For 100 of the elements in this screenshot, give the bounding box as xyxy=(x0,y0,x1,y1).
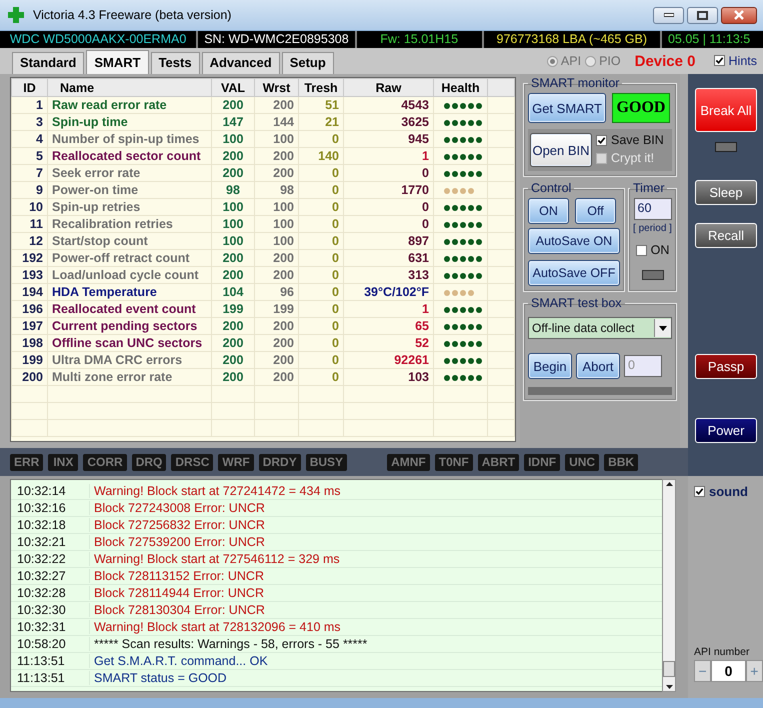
health-dot xyxy=(444,102,450,109)
table-cell: 0 xyxy=(332,200,339,214)
table-cell: 1770 xyxy=(401,183,429,197)
log-time: 11:13:51 xyxy=(11,654,90,668)
api-number-field[interactable]: 0 xyxy=(711,660,746,682)
api-number-label: API number xyxy=(694,646,750,658)
health-dot xyxy=(468,358,474,364)
table-cell: Spin-up retries xyxy=(52,200,140,214)
log-time: 11:13:51 xyxy=(11,671,90,685)
table-cell: 200 xyxy=(273,370,294,384)
health-dot xyxy=(460,222,466,228)
table-cell: 0 xyxy=(332,251,339,265)
tab[interactable]: Standard xyxy=(12,52,84,74)
group-title: Control xyxy=(530,181,572,195)
health-dot xyxy=(460,238,466,245)
log-message: Block 727243008 Error: UNCR xyxy=(93,501,265,515)
off-button[interactable]: Off xyxy=(575,198,616,224)
health-dot xyxy=(460,358,466,364)
log-message: ***** Scan results: Warnings - 58, errors - 55 ***** xyxy=(93,637,368,651)
on-button[interactable]: ON xyxy=(528,198,569,224)
close-icon xyxy=(734,10,744,20)
health-dot xyxy=(476,374,482,381)
tab[interactable]: Advanced xyxy=(202,52,280,74)
get-smart-button[interactable]: Get SMART xyxy=(528,93,606,123)
table-cell: 3 xyxy=(36,115,43,129)
health-dot xyxy=(452,256,458,262)
maximize-button[interactable] xyxy=(687,6,718,24)
action-button[interactable]: Recall xyxy=(695,223,757,248)
table-cell: 10 xyxy=(29,200,43,214)
begin-button[interactable]: Begin xyxy=(528,353,572,379)
table-cell: 1 xyxy=(422,149,429,163)
health-dot xyxy=(476,324,482,330)
checkbox[interactable] xyxy=(714,55,725,66)
autosave-off-button[interactable]: AutoSave OFF xyxy=(528,260,620,286)
scrollbar[interactable] xyxy=(662,479,676,692)
health-dot xyxy=(468,374,474,381)
table-cell: 11 xyxy=(30,217,43,231)
table-cell: 65 xyxy=(415,319,429,333)
table-cell: 200 xyxy=(273,149,294,163)
checkbox[interactable] xyxy=(694,486,705,497)
column-header: Health xyxy=(441,80,480,94)
table-cell: 0 xyxy=(422,200,429,214)
log-message: Get S.M.A.R.T. command... OK xyxy=(93,654,268,668)
health-dot xyxy=(476,120,482,126)
minimize-button[interactable] xyxy=(653,6,684,24)
table-cell: 0 xyxy=(332,319,339,333)
table-cell: 100 xyxy=(222,200,244,214)
table-cell: Ultra DMA CRC errors xyxy=(52,353,182,367)
log-time: 10:32:14 xyxy=(11,484,90,498)
checkbox[interactable] xyxy=(596,134,607,146)
health-dot xyxy=(460,170,466,177)
health-dot xyxy=(460,204,466,211)
status-indicator: DRQ xyxy=(132,454,166,470)
action-button[interactable]: Break All xyxy=(695,88,757,132)
tab[interactable]: Setup xyxy=(282,52,334,74)
health-dot xyxy=(444,120,450,126)
health-dot xyxy=(468,306,474,313)
scroll-thumb[interactable] xyxy=(663,661,675,677)
status-indicator: WRF xyxy=(218,454,254,470)
checkbox-label: Hints xyxy=(728,54,757,68)
action-button[interactable]: Passp xyxy=(695,354,757,379)
column-header: VAL xyxy=(220,80,246,94)
action-button[interactable]: Sleep xyxy=(695,180,757,205)
health-dot xyxy=(444,374,450,381)
health-dot xyxy=(444,256,450,262)
table-cell: 0 xyxy=(332,132,339,146)
tab[interactable]: SMART xyxy=(86,50,149,74)
column-header: Wrst xyxy=(262,80,290,94)
status-indicator: DRDY xyxy=(258,454,301,470)
health-dot xyxy=(444,358,450,364)
autosave-on-button[interactable]: AutoSave ON xyxy=(528,228,620,254)
action-button[interactable]: Power xyxy=(695,418,757,443)
log-time: 10:32:27 xyxy=(11,569,90,583)
table-cell: 200 xyxy=(273,336,294,350)
health-dot xyxy=(476,238,482,245)
health-dot xyxy=(468,238,474,245)
timer-input[interactable]: 60 xyxy=(634,198,672,220)
log-message: Block 728130304 Error: UNCR xyxy=(93,603,265,617)
tab[interactable]: Tests xyxy=(150,52,200,74)
table-cell: 100 xyxy=(273,217,294,231)
test-type-dropdown[interactable]: Off-line data collect xyxy=(528,317,672,339)
log-message: Block 728114944 Error: UNCR xyxy=(93,586,264,600)
table-cell: Reallocated sector count xyxy=(52,149,201,163)
table-cell: 200 xyxy=(273,251,294,265)
log-message: SMART status = GOOD xyxy=(93,671,227,685)
log-time: 10:32:28 xyxy=(11,586,90,600)
abort-button[interactable]: Abort xyxy=(576,353,620,379)
scroll-down-icon xyxy=(666,685,672,689)
table-cell: 0 xyxy=(332,302,339,316)
close-button[interactable] xyxy=(721,6,757,24)
health-dot xyxy=(468,120,474,126)
table-cell: 945 xyxy=(408,132,429,146)
open-bin-button[interactable]: Open BIN xyxy=(530,133,592,167)
checkbox[interactable] xyxy=(636,244,647,256)
table-cell: 313 xyxy=(408,268,429,282)
table-cell: 200 xyxy=(222,268,244,282)
health-dot xyxy=(452,170,458,177)
health-dot xyxy=(452,358,458,364)
table-cell: 4 xyxy=(36,132,43,146)
table-cell: 104 xyxy=(222,285,244,299)
